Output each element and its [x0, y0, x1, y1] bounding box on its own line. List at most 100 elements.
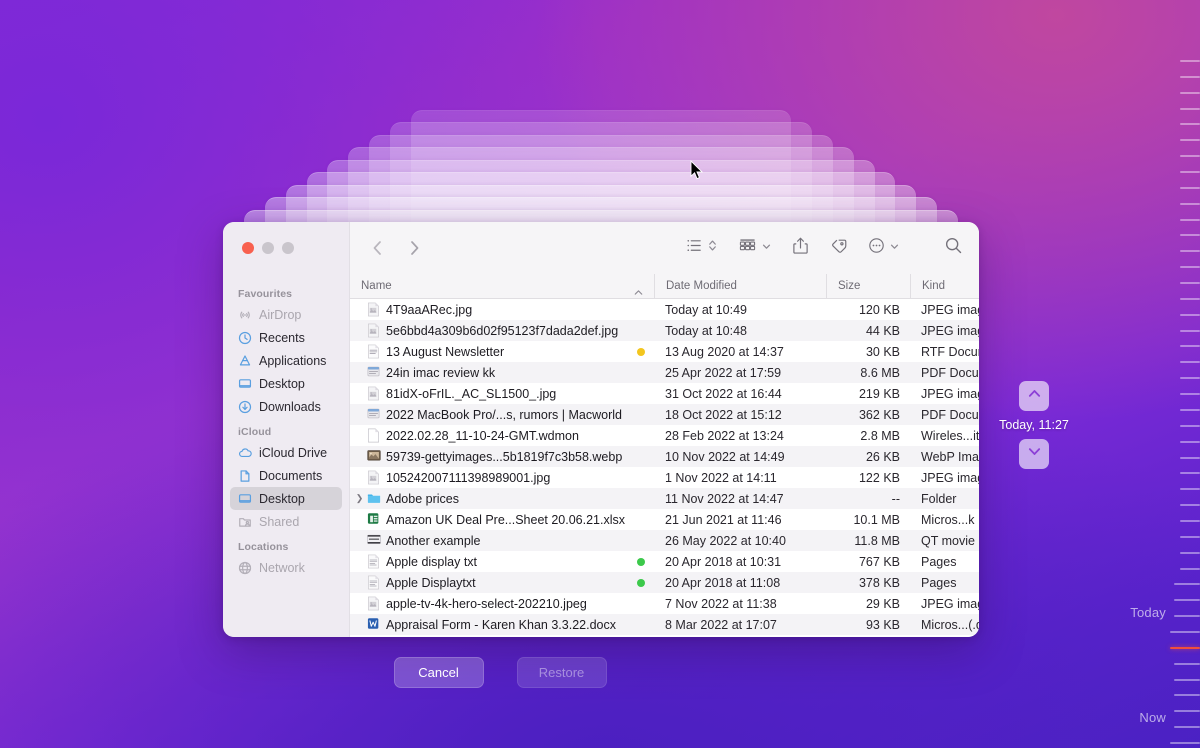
sidebar-item-airdrop[interactable]: AirDrop: [230, 303, 342, 326]
timeline-tick[interactable]: [1180, 139, 1200, 141]
timeline-tick[interactable]: [1180, 441, 1200, 443]
timeline-tick[interactable]: [1174, 599, 1200, 601]
search-button[interactable]: [944, 236, 963, 260]
timeline-tick[interactable]: [1180, 425, 1200, 427]
timeline-tick[interactable]: [1174, 583, 1200, 585]
timeline-tick[interactable]: [1180, 298, 1200, 300]
cell-date-modified: 20 Apr 2018 at 10:31: [654, 555, 826, 569]
timeline-tick[interactable]: [1180, 219, 1200, 221]
timeline-tick[interactable]: [1174, 726, 1200, 728]
timeline-tick[interactable]: [1174, 710, 1200, 712]
table-row[interactable]: 2022 MacBook Pro/...s, rumors | Macworld…: [350, 404, 979, 425]
timeline-tick[interactable]: [1174, 694, 1200, 696]
timeline-tick[interactable]: [1180, 568, 1200, 570]
timeline-tick[interactable]: [1170, 647, 1200, 649]
timeline-tick[interactable]: [1174, 615, 1200, 617]
timeline-tick[interactable]: [1170, 742, 1200, 744]
timeline-tick[interactable]: [1170, 631, 1200, 633]
timeline-tick[interactable]: [1180, 76, 1200, 78]
timeline-tick[interactable]: [1180, 282, 1200, 284]
column-header-size[interactable]: Size: [826, 274, 910, 299]
timeline-tick[interactable]: [1180, 409, 1200, 411]
table-row[interactable]: 105242007111398989001.jpg1 Nov 2022 at 1…: [350, 467, 979, 488]
back-chevron-icon[interactable]: [368, 238, 388, 258]
cell-kind: JPEG imag: [910, 387, 979, 401]
sidebar-item-shared[interactable]: Shared: [230, 510, 342, 533]
cell-name: 5e6bbd4a309b6d02f95123f7dada2def.jpg: [350, 323, 654, 338]
maximize-button[interactable]: [282, 242, 294, 254]
table-row[interactable]: Another example26 May 2022 at 10:4011.8 …: [350, 530, 979, 551]
close-button[interactable]: [242, 242, 254, 254]
table-row[interactable]: Apple Displaytxt20 Apr 2018 at 11:08378 …: [350, 572, 979, 593]
sidebar-item-icloud-drive[interactable]: iCloud Drive: [230, 441, 342, 464]
timeline-tick[interactable]: [1180, 314, 1200, 316]
timeline-tick[interactable]: [1180, 504, 1200, 506]
word-file-icon: [367, 617, 381, 632]
disclosure-triangle-icon[interactable]: ❯: [354, 493, 365, 504]
group-by-button[interactable]: [738, 237, 772, 259]
cancel-button[interactable]: Cancel: [394, 657, 484, 688]
list-view-icon: [686, 237, 703, 259]
sidebar-item-applications[interactable]: Applications: [230, 349, 342, 372]
timeline-tick[interactable]: [1180, 108, 1200, 110]
view-list-button[interactable]: [686, 237, 718, 259]
time-machine-timeline[interactable]: TodayNow: [1130, 0, 1200, 748]
timeline-tick[interactable]: [1180, 155, 1200, 157]
sidebar-item-label: Shared: [259, 515, 299, 529]
previous-snapshot-button[interactable]: [1019, 381, 1049, 411]
timeline-tick[interactable]: [1180, 203, 1200, 205]
timeline-tick[interactable]: [1180, 488, 1200, 490]
sidebar-item-recents[interactable]: Recents: [230, 326, 342, 349]
column-header-name[interactable]: Name: [350, 274, 654, 299]
cell-name: Apple Displaytxt: [350, 575, 654, 590]
timeline-tick[interactable]: [1180, 250, 1200, 252]
timeline-tick[interactable]: [1180, 377, 1200, 379]
timeline-tick[interactable]: [1180, 457, 1200, 459]
table-row[interactable]: Amazon UK Deal Pre...Sheet 20.06.21.xlsx…: [350, 509, 979, 530]
next-snapshot-button[interactable]: [1019, 439, 1049, 469]
timeline-tick[interactable]: [1180, 92, 1200, 94]
timeline-tick[interactable]: [1180, 552, 1200, 554]
sidebar-item-network[interactable]: Network: [230, 556, 342, 579]
timeline-tick[interactable]: [1180, 361, 1200, 363]
timeline-tick[interactable]: [1174, 679, 1200, 681]
timeline-tick[interactable]: [1180, 472, 1200, 474]
table-row[interactable]: 13 August Newsletter13 Aug 2020 at 14:37…: [350, 341, 979, 362]
column-header-date-modified[interactable]: Date Modified: [654, 274, 826, 299]
more-actions-button[interactable]: [868, 237, 900, 259]
table-row[interactable]: Appraisal Form - Karen Khan 3.3.22.docx8…: [350, 614, 979, 635]
timeline-tick[interactable]: [1180, 123, 1200, 125]
table-row[interactable]: 5e6bbd4a309b6d02f95123f7dada2def.jpgToda…: [350, 320, 979, 341]
sidebar-item-downloads[interactable]: Downloads: [230, 395, 342, 418]
table-row[interactable]: 24in imac review kk25 Apr 2022 at 17:598…: [350, 362, 979, 383]
sidebar-item-documents[interactable]: Documents: [230, 464, 342, 487]
table-row[interactable]: Apple display txt20 Apr 2018 at 10:31767…: [350, 551, 979, 572]
forward-chevron-icon[interactable]: [404, 238, 424, 258]
table-row[interactable]: 2022.02.28_11-10-24-GMT.wdmon28 Feb 2022…: [350, 425, 979, 446]
table-row[interactable]: ❯Adobe prices11 Nov 2022 at 14:47--Folde…: [350, 488, 979, 509]
chevron-down-icon: [889, 239, 900, 257]
timeline-tick[interactable]: [1180, 171, 1200, 173]
table-row[interactable]: 81idX-oFrIL._AC_SL1500_.jpg31 Oct 2022 a…: [350, 383, 979, 404]
table-row[interactable]: 4T9aaARec.jpgToday at 10:49120 KBJPEG im…: [350, 299, 979, 320]
timeline-tick[interactable]: [1174, 663, 1200, 665]
tag-button[interactable]: [829, 237, 848, 259]
sidebar-item-desktop[interactable]: Desktop: [230, 487, 342, 510]
timeline-tick[interactable]: [1180, 60, 1200, 62]
timeline-tick[interactable]: [1180, 536, 1200, 538]
minimize-button[interactable]: [262, 242, 274, 254]
share-button[interactable]: [792, 236, 809, 260]
timeline-tick[interactable]: [1180, 393, 1200, 395]
timeline-tick[interactable]: [1180, 345, 1200, 347]
timeline-tick[interactable]: [1180, 330, 1200, 332]
timeline-tick[interactable]: [1180, 187, 1200, 189]
timeline-tick[interactable]: [1180, 234, 1200, 236]
timeline-tick[interactable]: [1180, 520, 1200, 522]
column-header-kind[interactable]: Kind: [910, 274, 979, 299]
table-row[interactable]: apple-tv-4k-hero-select-202210.jpeg7 Nov…: [350, 593, 979, 614]
file-name-label: Appraisal Form - Karen Khan 3.3.22.docx: [386, 618, 616, 632]
table-row[interactable]: 59739-gettyimages...5b1819f7c3b58.webp10…: [350, 446, 979, 467]
sidebar-section-header: Locations: [223, 533, 349, 556]
sidebar-item-desktop[interactable]: Desktop: [230, 372, 342, 395]
timeline-tick[interactable]: [1180, 266, 1200, 268]
